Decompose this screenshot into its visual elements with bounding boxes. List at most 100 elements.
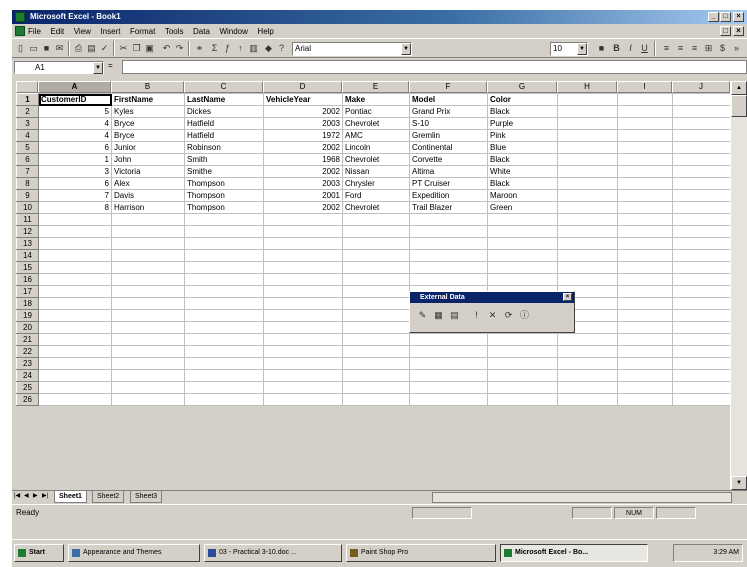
task-excel[interactable]: Microsoft Excel - Bo...	[500, 544, 648, 562]
paste-icon[interactable]: ▣	[143, 42, 156, 55]
cell[interactable]	[487, 393, 558, 406]
prev-sheet-icon[interactable]: ◀	[24, 492, 29, 499]
vertical-scrollbar[interactable]: ▲ ▼	[730, 81, 747, 490]
cell[interactable]: 4	[38, 129, 112, 142]
row-header[interactable]: 8	[16, 177, 39, 190]
row-header[interactable]: 9	[16, 189, 39, 202]
cell[interactable]	[617, 285, 673, 298]
row-header[interactable]: 16	[16, 273, 39, 286]
cell[interactable]	[487, 369, 558, 382]
cell[interactable]: Thompson	[184, 177, 264, 190]
cell[interactable]	[38, 225, 112, 238]
cell[interactable]	[111, 261, 185, 274]
cell[interactable]	[38, 297, 112, 310]
cell[interactable]	[557, 165, 618, 178]
cell[interactable]	[38, 381, 112, 394]
row-header[interactable]: 4	[16, 129, 39, 142]
drawing-icon[interactable]: ◆	[262, 42, 275, 55]
cell[interactable]: 2002	[263, 141, 343, 154]
cell[interactable]: Grand Prix	[409, 105, 488, 118]
cell[interactable]	[672, 273, 731, 286]
cell[interactable]	[487, 357, 558, 370]
cell[interactable]	[672, 213, 731, 226]
row-header[interactable]: 13	[16, 237, 39, 250]
cell[interactable]	[184, 273, 264, 286]
cell[interactable]: Purple	[487, 117, 558, 130]
row-header[interactable]: 19	[16, 309, 39, 322]
cell[interactable]	[342, 381, 410, 394]
cell[interactable]	[263, 333, 343, 346]
cell[interactable]	[342, 285, 410, 298]
formula-input[interactable]	[122, 60, 747, 74]
header-cell[interactable]: Color	[487, 93, 558, 106]
cell[interactable]	[672, 237, 731, 250]
cell[interactable]	[342, 297, 410, 310]
cell[interactable]	[342, 225, 410, 238]
cell[interactable]	[342, 237, 410, 250]
cell[interactable]	[111, 225, 185, 238]
column-header-c[interactable]: C	[184, 81, 263, 93]
cell[interactable]: Junior	[111, 141, 185, 154]
workbook-icon[interactable]	[15, 26, 25, 36]
row-header[interactable]: 14	[16, 249, 39, 262]
cell[interactable]	[617, 393, 673, 406]
cell[interactable]	[617, 189, 673, 202]
cell[interactable]	[672, 105, 731, 118]
undo-icon[interactable]: ↶	[160, 42, 173, 55]
chevron-down-icon[interactable]: ▼	[577, 43, 587, 55]
cell[interactable]	[557, 177, 618, 190]
cell[interactable]	[672, 129, 731, 142]
cell[interactable]: Davis	[111, 189, 185, 202]
cell[interactable]	[672, 369, 731, 382]
print-preview-icon[interactable]: ▤	[85, 42, 98, 55]
cell[interactable]: Alex	[111, 177, 185, 190]
menu-tools[interactable]: Tools	[165, 27, 184, 36]
cell[interactable]	[617, 333, 673, 346]
menu-help[interactable]: Help	[257, 27, 273, 36]
column-header-f[interactable]: F	[409, 81, 487, 93]
chevron-down-icon[interactable]: ▼	[401, 43, 411, 55]
cell[interactable]	[342, 333, 410, 346]
cell[interactable]: Harrison	[111, 201, 185, 214]
cell[interactable]	[617, 213, 673, 226]
cell[interactable]	[617, 93, 673, 106]
cell[interactable]	[111, 357, 185, 370]
cell[interactable]	[38, 273, 112, 286]
cell[interactable]	[617, 357, 673, 370]
cell[interactable]	[38, 333, 112, 346]
cell[interactable]: Chevrolet	[342, 153, 410, 166]
header-cell[interactable]: VehicleYear	[263, 93, 343, 106]
cell[interactable]	[557, 369, 618, 382]
cell[interactable]	[557, 153, 618, 166]
copy-icon[interactable]: ❐	[130, 42, 143, 55]
cell[interactable]	[409, 249, 488, 262]
cell[interactable]: Expedition	[409, 189, 488, 202]
cell[interactable]	[184, 249, 264, 262]
column-header-i[interactable]: I	[617, 81, 672, 93]
cell[interactable]	[409, 333, 488, 346]
cell[interactable]	[557, 213, 618, 226]
column-header-a[interactable]: A	[38, 81, 111, 93]
cell[interactable]	[342, 393, 410, 406]
cell[interactable]	[672, 153, 731, 166]
cell[interactable]: Continental	[409, 141, 488, 154]
cell[interactable]	[184, 261, 264, 274]
header-cell[interactable]: Make	[342, 93, 410, 106]
cell[interactable]	[184, 357, 264, 370]
task-word-doc[interactable]: 03 - Practical 3-10.doc ...	[204, 544, 342, 562]
align-center-icon[interactable]: ≡	[674, 42, 687, 55]
cell[interactable]	[672, 357, 731, 370]
row-header[interactable]: 26	[16, 393, 39, 406]
menu-insert[interactable]: Insert	[100, 27, 120, 36]
cell[interactable]: Dickes	[184, 105, 264, 118]
cell[interactable]: Altima	[409, 165, 488, 178]
edit-query-icon[interactable]: ✎	[416, 309, 429, 322]
currency-icon[interactable]: $	[716, 42, 729, 55]
cell[interactable]: Bryce	[111, 129, 185, 142]
header-cell[interactable]: Model	[409, 93, 488, 106]
cell[interactable]: Hatfield	[184, 117, 264, 130]
cell[interactable]: 2001	[263, 189, 343, 202]
header-cell[interactable]: CustomerID	[38, 93, 112, 106]
cell[interactable]: 6	[38, 141, 112, 154]
cell[interactable]	[342, 357, 410, 370]
